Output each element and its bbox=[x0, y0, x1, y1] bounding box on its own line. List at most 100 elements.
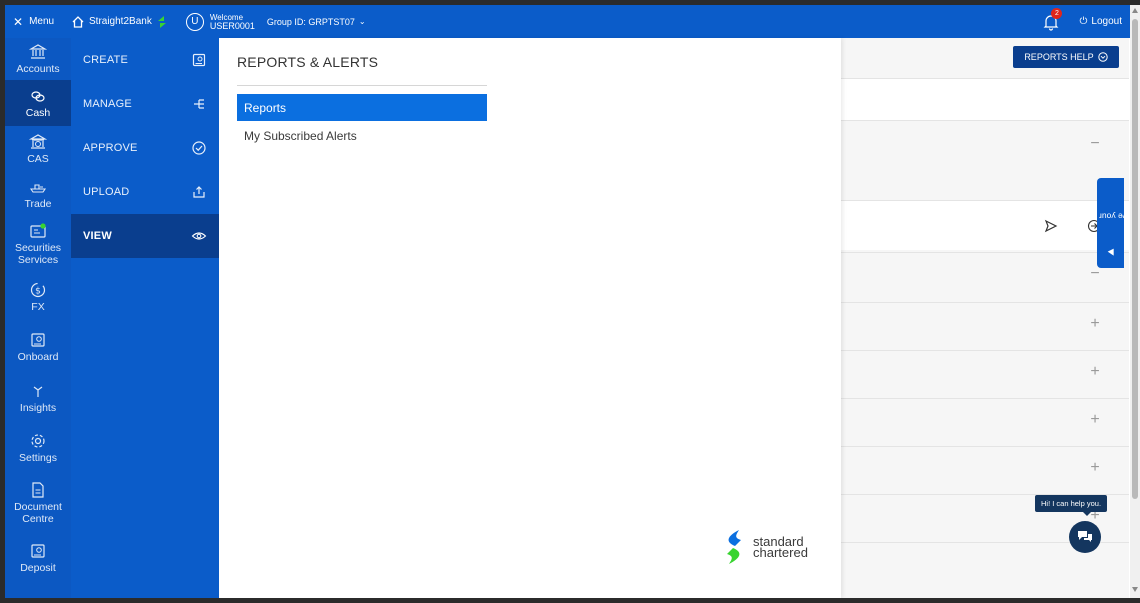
scroll-up-arrow[interactable] bbox=[1132, 8, 1138, 13]
chevron-circle-down-icon bbox=[1097, 52, 1108, 62]
ship-icon bbox=[29, 184, 47, 193]
subnav-item-approve[interactable]: APPROVE bbox=[71, 126, 219, 170]
subnav-item-create[interactable]: CREATE bbox=[71, 38, 219, 82]
coins-icon bbox=[31, 91, 45, 102]
document-search-icon bbox=[31, 544, 45, 558]
content-row: − bbox=[841, 252, 1129, 300]
subnav-label: APPROVE bbox=[83, 142, 138, 154]
content-row: + bbox=[841, 398, 1129, 444]
send-icon bbox=[1044, 219, 1058, 233]
eye-icon bbox=[191, 232, 207, 240]
page-scrollbar[interactable] bbox=[1130, 5, 1140, 598]
home-icon bbox=[72, 15, 84, 28]
panel-title: REPORTS & ALERTS bbox=[237, 54, 379, 70]
welcome-text: Welcome USER0001 bbox=[210, 13, 255, 31]
rail-label: Trade bbox=[24, 198, 52, 210]
rail-item-onboard[interactable]: Onboard bbox=[5, 322, 71, 372]
subnav-item-view[interactable]: VIEW bbox=[71, 214, 226, 258]
notification-badge: 2 bbox=[1051, 7, 1063, 19]
expand-toggle[interactable]: + bbox=[1075, 363, 1115, 381]
subnav-label: UPLOAD bbox=[83, 186, 130, 198]
expand-toggle[interactable]: + bbox=[1075, 411, 1115, 429]
svg-text:$: $ bbox=[35, 287, 41, 297]
logo-text: standard chartered bbox=[753, 535, 808, 560]
subscribed-alerts-link[interactable]: My Subscribed Alerts bbox=[244, 129, 357, 143]
rail-item-accounts[interactable]: Accounts bbox=[5, 38, 71, 80]
gear-icon bbox=[31, 434, 45, 448]
group-id-label: Group ID: GRPTST07 bbox=[266, 16, 355, 27]
subnav-label: MANAGE bbox=[83, 98, 132, 110]
currency-icon: $ bbox=[30, 282, 46, 298]
content-row: + bbox=[841, 446, 1129, 492]
rail-item-insights[interactable]: Insights bbox=[5, 372, 71, 424]
antenna-icon bbox=[33, 386, 43, 397]
logo-line: chartered bbox=[753, 545, 808, 560]
hierarchy-icon bbox=[194, 99, 204, 109]
collapse-toggle[interactable]: − bbox=[1075, 135, 1115, 153]
rail-label: Document Centre bbox=[14, 501, 62, 525]
subnav-item-manage[interactable]: MANAGE bbox=[71, 82, 219, 126]
brand-link[interactable]: Straight2Bank bbox=[65, 5, 168, 38]
top-bar: ✕ Menu Straight2Bank U Welcome USER0001 … bbox=[5, 5, 1130, 38]
app-window: ✕ Menu Straight2Bank U Welcome USER0001 … bbox=[5, 5, 1130, 598]
content-row: + bbox=[841, 302, 1129, 348]
chat-button[interactable] bbox=[1069, 521, 1101, 553]
check-circle-icon bbox=[192, 141, 206, 155]
scroll-thumb[interactable] bbox=[1132, 19, 1138, 499]
rail-label: FX bbox=[31, 301, 45, 313]
rail-label: Cash bbox=[25, 107, 51, 119]
feedback-tab[interactable]: Have your say bbox=[1083, 178, 1130, 268]
content-row bbox=[841, 78, 1129, 120]
sc-logo-icon bbox=[727, 530, 741, 564]
expand-toggle[interactable]: + bbox=[1075, 459, 1115, 477]
rail-item-cash[interactable]: Cash bbox=[5, 80, 71, 126]
feedback-tab-content: Have your say bbox=[1083, 189, 1130, 256]
document-add-icon bbox=[192, 53, 206, 67]
menu-toggle-button[interactable]: ✕ Menu bbox=[5, 5, 65, 38]
subnav-item-upload[interactable]: UPLOAD bbox=[71, 170, 219, 214]
id-card-icon bbox=[30, 223, 46, 238]
cash-sub-navigation: CREATE MANAGE APPROVE UPLOAD VIEW bbox=[71, 38, 226, 598]
subnav-label: VIEW bbox=[83, 230, 112, 242]
document-search-icon bbox=[31, 333, 45, 347]
upload-icon bbox=[193, 186, 205, 198]
chat-tooltip: Hi! I can help you. bbox=[1035, 495, 1108, 516]
chevron-down-icon: ⌄ bbox=[358, 17, 366, 26]
reports-alerts-flyout: REPORTS & ALERTS Reports My Subscribed A… bbox=[219, 38, 841, 598]
reports-help-label: REPORTS HELP bbox=[1024, 52, 1094, 62]
rail-item-document-centre[interactable]: Document Centre bbox=[5, 472, 71, 534]
content-row: − bbox=[841, 120, 1129, 170]
expand-toggle[interactable]: + bbox=[1075, 315, 1115, 333]
megaphone-icon bbox=[1107, 248, 1113, 256]
menu-label: Menu bbox=[29, 16, 55, 27]
rail-item-trade[interactable]: Trade bbox=[5, 172, 71, 216]
rail-item-fx[interactable]: $ FX bbox=[5, 272, 71, 322]
reports-link[interactable]: Reports bbox=[237, 94, 487, 121]
close-icon: ✕ bbox=[13, 14, 24, 29]
avatar[interactable]: U bbox=[185, 12, 204, 31]
main-navigation-rail: Accounts Cash CAS Trade Securities Servi… bbox=[5, 38, 71, 598]
rail-label: Insights bbox=[19, 402, 57, 414]
logout-label: Logout bbox=[1091, 16, 1122, 27]
rail-label: Onboard bbox=[17, 351, 59, 363]
feedback-tab-label: Have your say bbox=[1083, 211, 1130, 222]
rail-item-cas[interactable]: CAS bbox=[5, 126, 71, 172]
document-icon bbox=[32, 482, 44, 498]
power-icon: ⏻ bbox=[1079, 16, 1088, 27]
content-row: + bbox=[841, 350, 1129, 396]
rail-label: Accounts bbox=[16, 63, 60, 75]
brand-name: Straight2Bank bbox=[89, 16, 152, 27]
rail-item-settings[interactable]: Settings bbox=[5, 424, 71, 472]
username: USER0001 bbox=[209, 20, 255, 31]
scroll-down-arrow[interactable] bbox=[1132, 587, 1138, 592]
group-id-dropdown[interactable]: Group ID: GRPTST07 ⌄ bbox=[267, 5, 366, 38]
notifications-button[interactable]: 2 bbox=[1043, 7, 1063, 31]
rail-item-deposit[interactable]: Deposit bbox=[5, 534, 71, 580]
rail-item-securities-services[interactable]: Securities Services bbox=[5, 216, 71, 272]
standard-chartered-logo: standard chartered bbox=[721, 528, 808, 566]
reports-help-button[interactable]: REPORTS HELP bbox=[1013, 46, 1119, 68]
logout-button[interactable]: ⏻ Logout bbox=[1079, 16, 1126, 27]
content-row bbox=[841, 200, 1129, 250]
institution-icon bbox=[29, 134, 47, 149]
rail-label: CAS bbox=[27, 153, 49, 165]
